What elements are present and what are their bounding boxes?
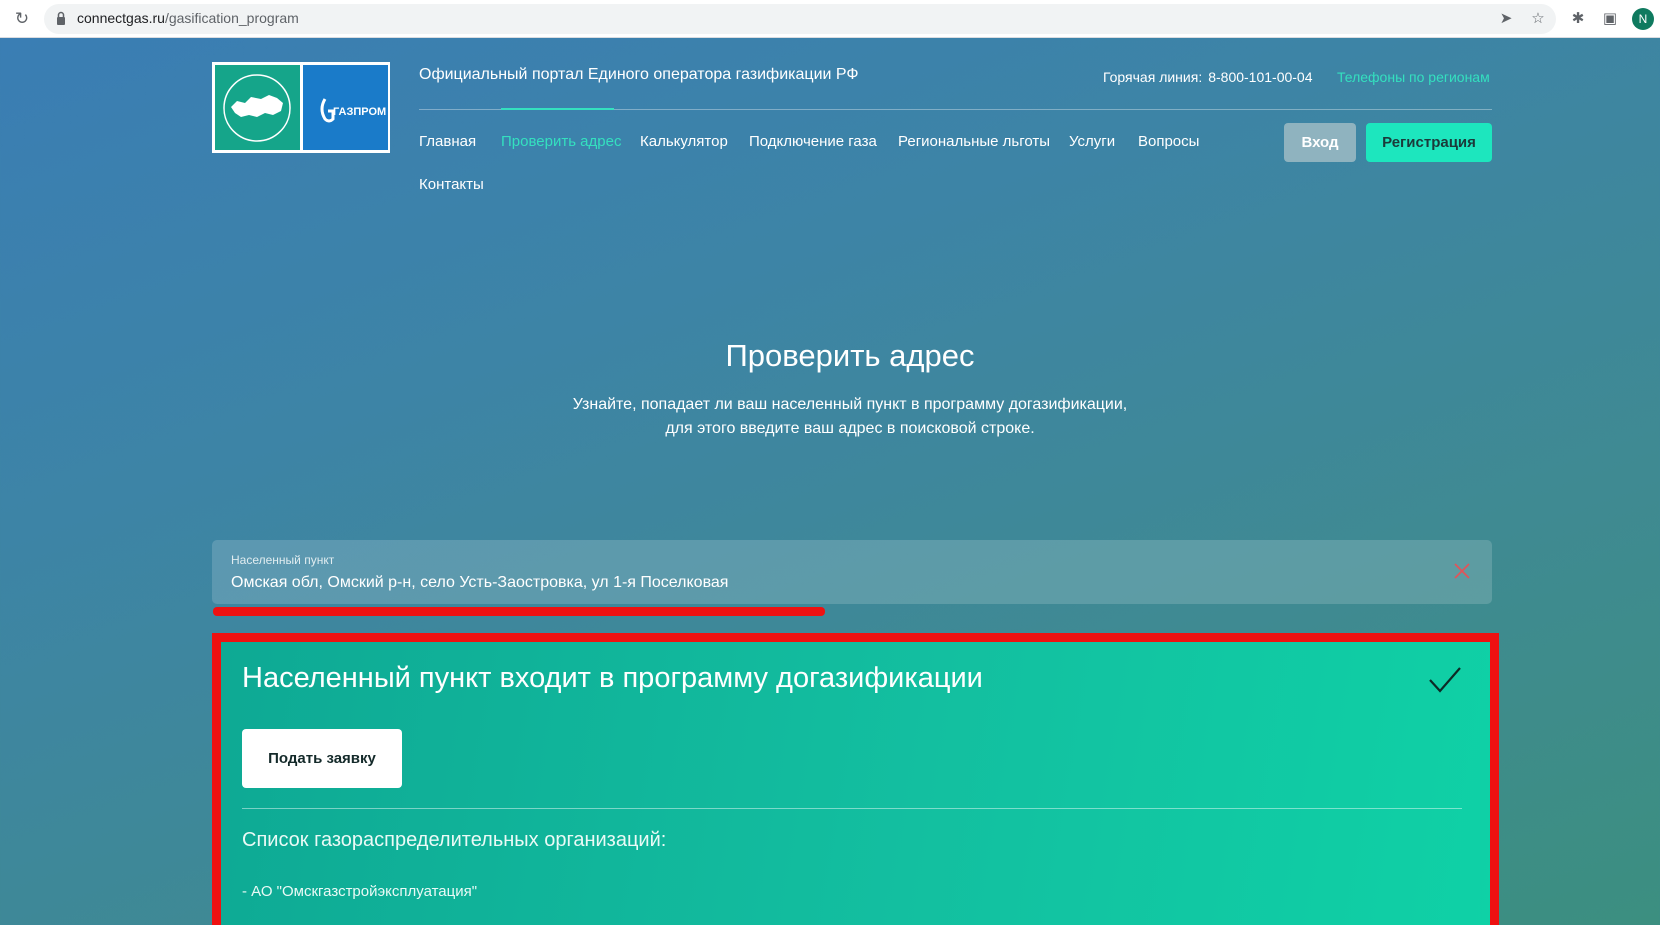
bookmark-star-icon[interactable]: ☆ bbox=[1528, 9, 1548, 29]
gazprom-flame-icon: ГАЗПРОМ bbox=[320, 98, 386, 123]
nav-item-questions[interactable]: Вопросы bbox=[1138, 133, 1199, 150]
register-button[interactable]: Регистрация bbox=[1366, 123, 1492, 162]
subtitle-line-1: Узнайте, попадает ли ваш населенный пунк… bbox=[572, 396, 1128, 413]
russia-map-icon bbox=[223, 74, 291, 142]
page-subtitle: Узнайте, попадает ли ваш населенный пунк… bbox=[0, 393, 1660, 441]
lock-icon bbox=[57, 11, 65, 25]
nav-item-contacts[interactable]: Контакты bbox=[419, 176, 484, 193]
svg-text:ГАЗПРОМ: ГАЗПРОМ bbox=[333, 106, 386, 118]
highlight-underline bbox=[213, 607, 825, 616]
search-label: Населенный пункт bbox=[231, 553, 335, 567]
result-divider bbox=[242, 808, 1462, 809]
checkmark-icon bbox=[1429, 667, 1461, 693]
hotline-label: Горячая линия: bbox=[1103, 69, 1203, 85]
nav-item-home[interactable]: Главная bbox=[419, 133, 476, 150]
extensions-icon[interactable]: ✱ bbox=[1568, 9, 1588, 29]
result-title: Населенный пункт входит в программу дога… bbox=[242, 662, 983, 694]
profile-avatar[interactable]: N bbox=[1632, 8, 1654, 30]
page-title: Проверить адрес bbox=[725, 338, 975, 373]
hotline-number[interactable]: 8-800-101-00-04 bbox=[1208, 69, 1312, 85]
org-list-heading: Список газораспределительных организаций… bbox=[242, 829, 667, 851]
side-panel-icon[interactable]: ▣ bbox=[1600, 9, 1620, 29]
nav-item-check-address[interactable]: Проверить адрес bbox=[501, 133, 621, 150]
subtitle-line-2: для этого введите ваш адрес в поисковой … bbox=[665, 420, 1035, 437]
hotline: Горячая линия: 8-800-101-00-04 bbox=[1103, 69, 1313, 85]
browser-toolbar: ↻ connectgas.ru/gasification_program ➤ ☆… bbox=[0, 0, 1660, 38]
nav-item-calculator[interactable]: Калькулятор bbox=[640, 133, 728, 150]
url-path: /gasification_program bbox=[164, 10, 299, 26]
url-host: connectgas.ru bbox=[77, 10, 165, 26]
reload-icon[interactable]: ↻ bbox=[12, 9, 32, 29]
url-text[interactable]: connectgas.ru/gasification_program bbox=[77, 10, 299, 26]
login-button[interactable]: Вход bbox=[1284, 123, 1356, 162]
nav-item-regional-benefits[interactable]: Региональные льготы bbox=[898, 133, 1050, 150]
gasification-russia-logo bbox=[215, 65, 303, 150]
clear-search-icon[interactable] bbox=[1451, 560, 1473, 582]
portal-title: Официальный портал Единого оператора газ… bbox=[419, 66, 859, 83]
submit-application-button[interactable]: Подать заявку bbox=[242, 729, 402, 788]
site-logo[interactable]: ГАЗПРОМ bbox=[212, 62, 390, 153]
address-search-input[interactable] bbox=[212, 540, 1492, 604]
org-list-item: - АО "Омскгазстройэксплуатация" bbox=[242, 883, 478, 900]
nav-active-indicator bbox=[501, 108, 614, 110]
regional-phones-link[interactable]: Телефоны по регионам bbox=[1337, 69, 1490, 85]
nav-item-services[interactable]: Услуги bbox=[1069, 133, 1115, 150]
search-value[interactable]: Омская обл, Омский р-н, село Усть-Заостр… bbox=[231, 574, 728, 592]
nav-item-gas-connection[interactable]: Подключение газа bbox=[749, 133, 877, 150]
gazprom-logo: ГАЗПРОМ bbox=[303, 65, 388, 150]
send-icon[interactable]: ➤ bbox=[1496, 9, 1516, 29]
